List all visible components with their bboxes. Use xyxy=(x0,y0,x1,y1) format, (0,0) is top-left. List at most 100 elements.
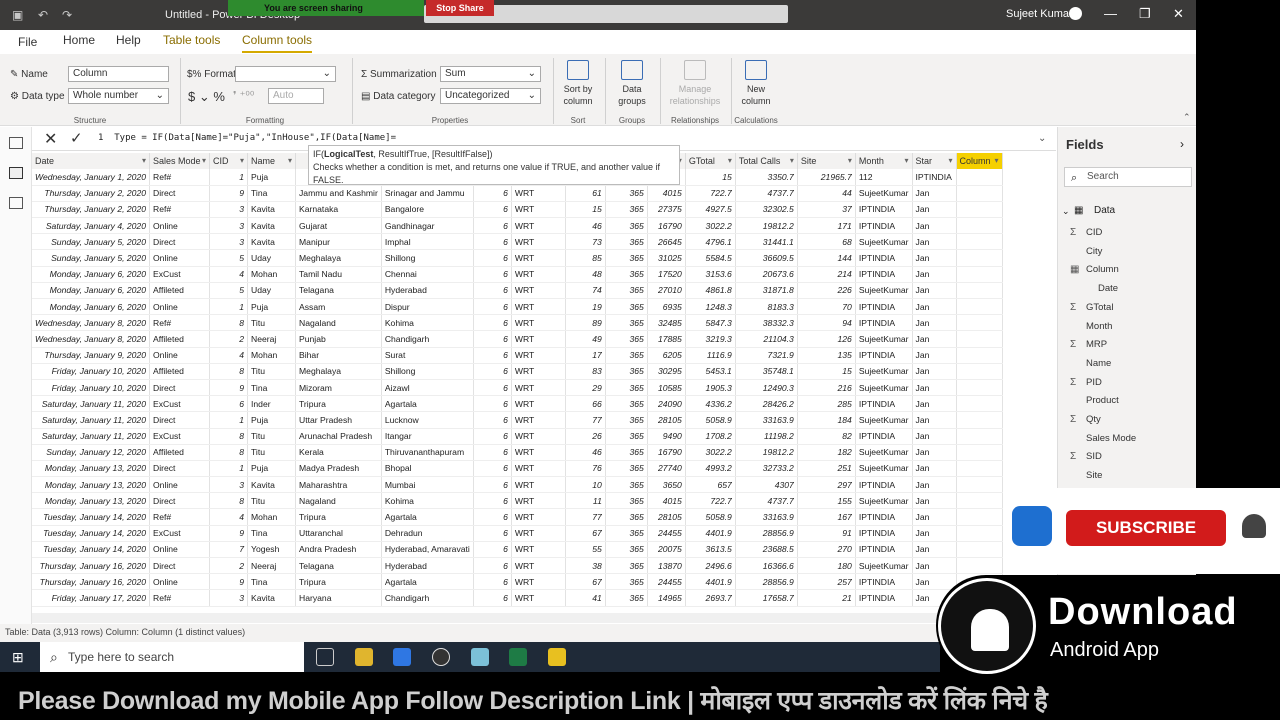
table-cell[interactable]: IPTINDIA xyxy=(855,476,913,494)
table-cell[interactable]: WRT xyxy=(511,428,566,445)
bell-icon[interactable] xyxy=(1242,514,1266,538)
table-cell[interactable]: 3219.3 xyxy=(685,330,736,348)
table-row[interactable]: Monday, January 6, 2020 Online 1 Puja Assam D… xyxy=(32,298,1003,316)
table-cell[interactable] xyxy=(956,266,1003,283)
table-cell[interactable]: Jan xyxy=(912,233,957,251)
table-cell[interactable]: Thursday, January 16, 2020 xyxy=(32,573,150,591)
table-cell[interactable]: WRT xyxy=(511,492,566,510)
table-row[interactable]: Thursday, January 2, 2020 Direct 9 Tina Jamm… xyxy=(32,185,1003,202)
table-cell[interactable]: Direct xyxy=(149,233,210,251)
table-cell[interactable]: Tripura xyxy=(295,395,382,413)
table-cell[interactable]: Titu xyxy=(247,492,296,510)
table-cell[interactable]: Karnataka xyxy=(295,201,382,219)
table-cell[interactable]: Kavita xyxy=(247,201,296,219)
table-cell[interactable]: 15 xyxy=(565,201,606,219)
table-cell[interactable]: 6 xyxy=(473,185,512,202)
chrome-icon[interactable] xyxy=(432,648,450,666)
table-cell[interactable]: WRT xyxy=(511,363,566,380)
table-cell[interactable]: 21965.7 xyxy=(797,169,856,186)
table-cell[interactable]: Bihar xyxy=(295,347,382,364)
table-cell[interactable]: 24090 xyxy=(647,395,686,413)
table-cell[interactable]: 4401.9 xyxy=(685,525,736,542)
table-cell[interactable]: Chandigarh xyxy=(381,589,474,607)
field-pid[interactable]: PID xyxy=(1086,377,1102,388)
table-cell[interactable]: Jan xyxy=(912,266,957,283)
table-cell[interactable]: 83 xyxy=(565,363,606,380)
decimal-icon[interactable]: ❜ ⁺⁰⁰ xyxy=(233,89,254,102)
table-cell[interactable]: Jan xyxy=(912,347,957,364)
column-header[interactable]: Total Calls ▾ xyxy=(735,153,798,169)
table-cell[interactable]: WRT xyxy=(511,217,566,235)
table-cell[interactable]: 6 xyxy=(473,525,512,542)
table-cell[interactable]: 8 xyxy=(209,428,248,445)
table-cell[interactable] xyxy=(956,557,1003,575)
table-cell[interactable]: WRT xyxy=(511,233,566,251)
table-cell[interactable]: 26 xyxy=(565,428,606,445)
table-cell[interactable]: WRT xyxy=(511,298,566,316)
table-cell[interactable]: IPTINDIA xyxy=(855,395,913,413)
table-cell[interactable]: Agartala xyxy=(381,395,474,413)
table-cell[interactable]: Saturday, January 11, 2020 xyxy=(32,395,150,413)
filter-dropdown-icon[interactable]: ▾ xyxy=(288,156,292,165)
table-cell[interactable]: Titu xyxy=(247,363,296,380)
table-cell[interactable]: 365 xyxy=(605,347,648,364)
table-cell[interactable]: 6 xyxy=(473,266,512,283)
filter-dropdown-icon[interactable]: ▾ xyxy=(790,156,794,165)
table-cell[interactable]: 135 xyxy=(797,347,856,364)
summarization-select[interactable]: Sum ⌄ xyxy=(440,66,541,82)
filter-dropdown-icon[interactable]: ▾ xyxy=(949,156,953,165)
table-cell[interactable]: 365 xyxy=(605,444,648,461)
table-cell[interactable]: Meghalaya xyxy=(295,363,382,380)
table-cell[interactable]: Andra Pradesh xyxy=(295,541,382,559)
table-cell[interactable]: WRT xyxy=(511,282,566,300)
table-cell[interactable]: WRT xyxy=(511,573,566,591)
table-cell[interactable]: 4336.2 xyxy=(685,395,736,413)
table-cell[interactable]: Yogesh xyxy=(247,541,296,559)
filter-dropdown-icon[interactable]: ▾ xyxy=(995,156,999,165)
table-cell[interactable]: Hyderabad xyxy=(381,557,474,575)
table-cell[interactable]: Imphal xyxy=(381,233,474,251)
table-cell[interactable]: 365 xyxy=(605,573,648,591)
table-cell[interactable]: WRT xyxy=(511,541,566,559)
table-cell[interactable]: 180 xyxy=(797,557,856,575)
table-cell[interactable]: 37 xyxy=(797,201,856,219)
table-cell[interactable]: 26645 xyxy=(647,233,686,251)
table-cell[interactable]: 365 xyxy=(605,217,648,235)
table-cell[interactable] xyxy=(956,525,1003,542)
table-cell[interactable]: 6 xyxy=(473,201,512,219)
table-cell[interactable]: Arunachal Pradesh xyxy=(295,428,382,445)
table-row[interactable]: Saturday, January 4, 2020 Online 3 Kavita Gu… xyxy=(32,217,1003,235)
table-cell[interactable]: Shillong xyxy=(381,249,474,267)
table-cell[interactable]: 1 xyxy=(209,298,248,316)
table-cell[interactable]: 67 xyxy=(565,525,606,542)
table-cell[interactable]: 8 xyxy=(209,444,248,461)
table-cell[interactable]: Saturday, January 11, 2020 xyxy=(32,428,150,445)
table-cell[interactable]: WRT xyxy=(511,589,566,607)
table-cell[interactable]: 31025 xyxy=(647,249,686,267)
table-cell[interactable]: 16366.6 xyxy=(735,557,798,575)
table-cell[interactable]: Telagana xyxy=(295,557,382,575)
table-cell[interactable]: 365 xyxy=(605,395,648,413)
table-cell[interactable]: 3613.5 xyxy=(685,541,736,559)
column-header[interactable]: Column ▾ xyxy=(956,153,1003,169)
table-cell[interactable]: 6 xyxy=(473,314,512,332)
table-cell[interactable]: 4993.2 xyxy=(685,460,736,478)
table-cell[interactable]: Online xyxy=(149,476,210,494)
format-select[interactable]: ⌄ xyxy=(235,66,336,82)
table-cell[interactable] xyxy=(956,508,1003,526)
table-cell[interactable]: 226 xyxy=(797,282,856,300)
table-cell[interactable]: 297 xyxy=(797,476,856,494)
table-cell[interactable]: 32302.5 xyxy=(735,201,798,219)
table-cell[interactable]: Kavita xyxy=(247,217,296,235)
field-city[interactable]: City xyxy=(1086,246,1102,257)
table-cell[interactable]: 23688.5 xyxy=(735,541,798,559)
field-qty[interactable]: Qty xyxy=(1086,414,1101,425)
table-cell[interactable]: Titu xyxy=(247,444,296,461)
collapse-fields-icon[interactable]: › xyxy=(1180,137,1184,151)
table-cell[interactable]: Jan xyxy=(912,314,957,332)
table-cell[interactable]: Affileted xyxy=(149,444,210,461)
save-icon[interactable]: ▣ xyxy=(12,8,23,22)
table-cell[interactable]: Kohima xyxy=(381,492,474,510)
table-cell[interactable]: 112 xyxy=(855,169,913,186)
table-cell[interactable]: Inder xyxy=(247,395,296,413)
